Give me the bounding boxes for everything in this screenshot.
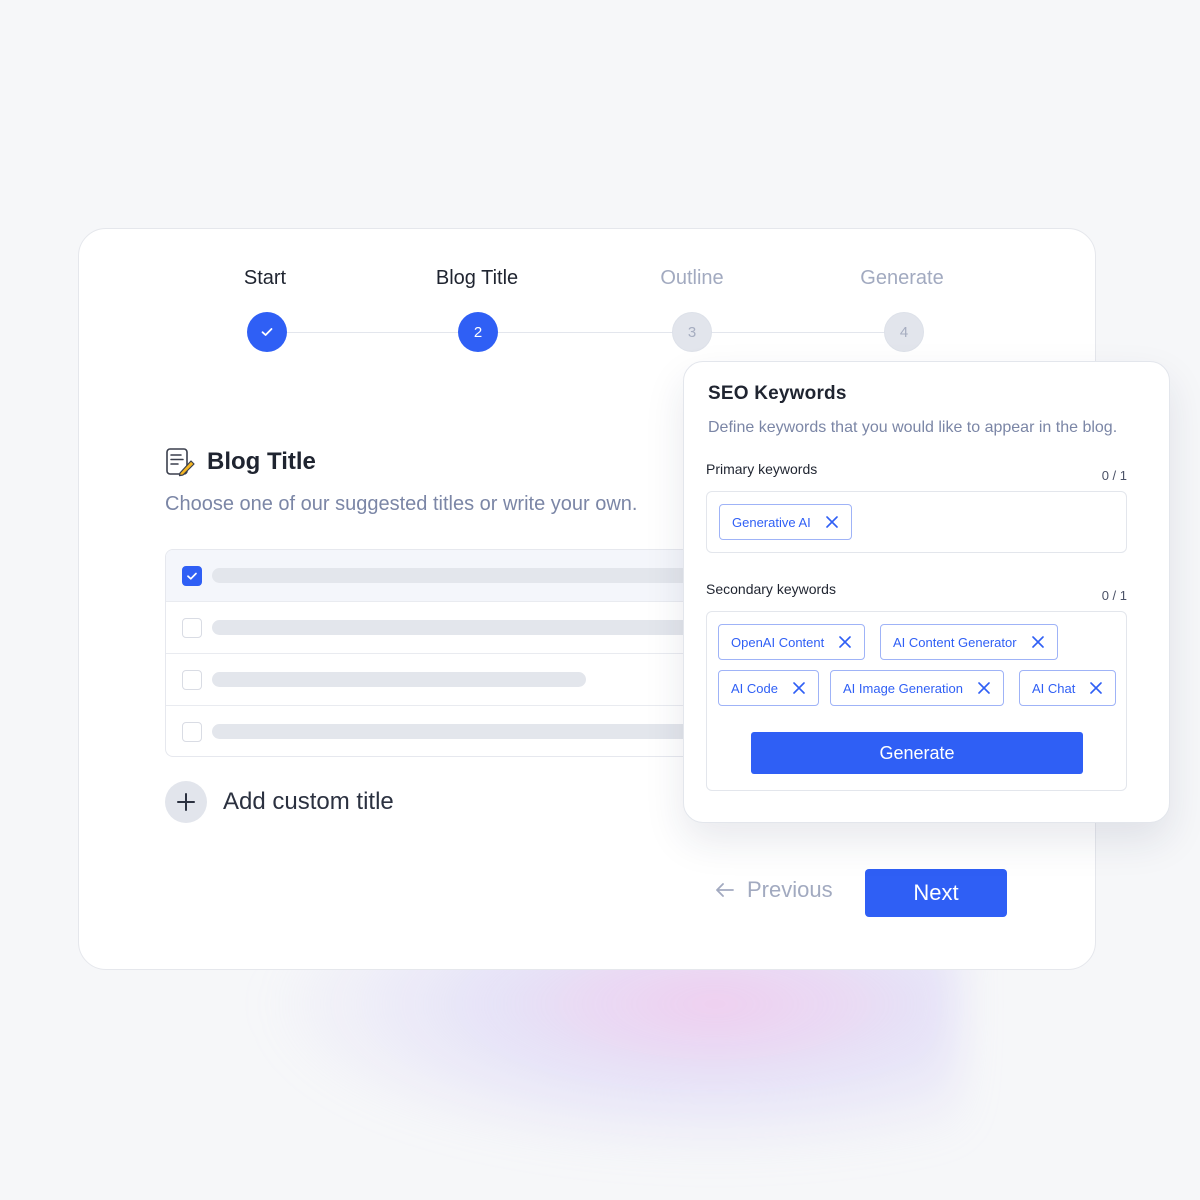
arrow-left-icon: [716, 883, 734, 897]
step-connector: [267, 332, 477, 333]
step-generate-marker[interactable]: 4: [884, 312, 924, 352]
edit-document-icon: [166, 448, 195, 477]
previous-button[interactable]: Previous: [715, 877, 833, 903]
checkmark-icon: [187, 572, 197, 580]
step-start-marker[interactable]: [247, 312, 287, 352]
keyword-chip-label: AI Chat: [1032, 680, 1076, 696]
keyword-chip: AI Chat: [1019, 670, 1117, 706]
title-placeholder-bar: [212, 620, 725, 635]
keyword-chip: AI Code: [718, 670, 819, 706]
keyword-chip-label: AI Content Generator: [893, 634, 1017, 650]
previous-label: Previous: [747, 877, 833, 902]
close-icon[interactable]: [792, 681, 806, 695]
keyword-chip: OpenAI Content: [718, 624, 866, 660]
checkmark-icon: [261, 328, 273, 336]
close-icon[interactable]: [825, 515, 839, 529]
close-icon[interactable]: [838, 635, 852, 649]
primary-keywords-label: Primary keywords: [706, 461, 818, 477]
plus-icon: [165, 781, 207, 823]
title-option-checkbox[interactable]: [182, 566, 202, 586]
title-option-row[interactable]: [166, 550, 725, 602]
close-icon[interactable]: [1031, 635, 1045, 649]
seo-panel-title: SEO Keywords: [708, 383, 847, 404]
title-placeholder-bar: [212, 724, 725, 739]
keyword-chip-label: Generative AI: [732, 514, 811, 530]
secondary-keywords-label: Secondary keywords: [706, 581, 836, 597]
step-label-outline: Outline: [660, 267, 724, 289]
blog-title-header: Blog Title: [165, 447, 316, 477]
step-label-generate: Generate: [860, 267, 944, 289]
step-blog-title-marker[interactable]: 2: [458, 312, 498, 352]
title-option-row[interactable]: [166, 706, 725, 756]
step-connector: [692, 332, 904, 333]
section-title: Blog Title: [207, 448, 316, 475]
secondary-keywords-input[interactable]: OpenAI Content AI Content Generator AI C…: [706, 611, 1127, 791]
primary-keywords-count: 0 / 1: [1101, 468, 1127, 483]
add-custom-title-label: Add custom title: [223, 788, 394, 815]
keyword-chip-label: OpenAI Content: [731, 634, 825, 650]
title-option-row[interactable]: [166, 654, 725, 706]
keyword-chip: AI Content Generator: [880, 624, 1058, 660]
seo-panel-subtitle: Define keywords that you would like to a…: [708, 419, 1118, 436]
next-button[interactable]: Next: [865, 869, 1007, 917]
title-placeholder-bar: [212, 568, 725, 583]
secondary-keywords-count: 0 / 1: [1101, 588, 1127, 603]
generate-button[interactable]: Generate: [751, 732, 1083, 774]
title-option-row[interactable]: [166, 602, 725, 654]
seo-keywords-panel: SEO Keywords Define keywords that you wo…: [683, 361, 1170, 823]
step-connector: [478, 332, 692, 333]
title-option-checkbox[interactable]: [182, 618, 202, 638]
keyword-chip: AI Image Generation: [830, 670, 1004, 706]
title-option-checkbox[interactable]: [182, 670, 202, 690]
close-icon[interactable]: [1089, 681, 1103, 695]
keyword-chip-label: AI Code: [731, 680, 778, 696]
keyword-chip: Generative AI: [719, 504, 852, 540]
section-subtitle: Choose one of our suggested titles or wr…: [165, 493, 638, 515]
suggested-titles-list: [165, 549, 725, 757]
add-custom-title-button[interactable]: Add custom title: [165, 781, 394, 823]
step-label-start: Start: [243, 267, 287, 289]
primary-keywords-input[interactable]: Generative AI: [706, 491, 1127, 553]
title-placeholder-bar: [212, 672, 586, 687]
keyword-chip-label: AI Image Generation: [843, 680, 963, 696]
title-option-checkbox[interactable]: [182, 722, 202, 742]
close-icon[interactable]: [977, 681, 991, 695]
step-label-blog-title: Blog Title: [435, 267, 519, 289]
step-outline-marker[interactable]: 3: [672, 312, 712, 352]
